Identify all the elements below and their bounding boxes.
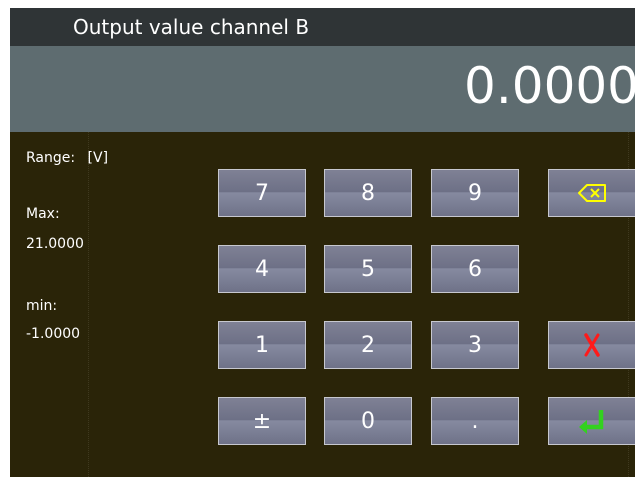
key-6[interactable]: 6: [431, 245, 519, 293]
key-plus-minus[interactable]: ±: [218, 397, 306, 445]
min-label: min:: [26, 298, 58, 314]
max-label: Max:: [26, 206, 60, 222]
cancel-button[interactable]: [548, 321, 635, 369]
range-label: Range:: [26, 150, 76, 166]
divider: [88, 132, 89, 477]
key-3[interactable]: 3: [431, 321, 519, 369]
keypad-screen: Output value channel B 0.0000 Range: [V]…: [10, 8, 635, 477]
key-2[interactable]: 2: [324, 321, 412, 369]
key-1[interactable]: 1: [218, 321, 306, 369]
page-title: Output value channel B: [73, 15, 310, 39]
value-bar: 0.0000: [10, 46, 635, 132]
range-unit: [V]: [87, 150, 109, 166]
key-4[interactable]: 4: [218, 245, 306, 293]
range-row: Range: [V]: [26, 149, 108, 167]
max-value: 21.0000: [26, 236, 84, 252]
backspace-icon: [578, 184, 606, 202]
title-bar: Output value channel B: [10, 8, 635, 46]
enter-return-icon: [577, 408, 607, 434]
backspace-button[interactable]: [548, 169, 635, 217]
key-7[interactable]: 7: [218, 169, 306, 217]
cancel-x-icon: [583, 333, 601, 357]
key-9[interactable]: 9: [431, 169, 519, 217]
min-value: -1.0000: [26, 326, 81, 342]
key-5[interactable]: 5: [324, 245, 412, 293]
key-8[interactable]: 8: [324, 169, 412, 217]
value-display: 0.0000: [464, 57, 635, 115]
enter-button[interactable]: [548, 397, 635, 445]
key-0[interactable]: 0: [324, 397, 412, 445]
key-decimal[interactable]: .: [431, 397, 519, 445]
